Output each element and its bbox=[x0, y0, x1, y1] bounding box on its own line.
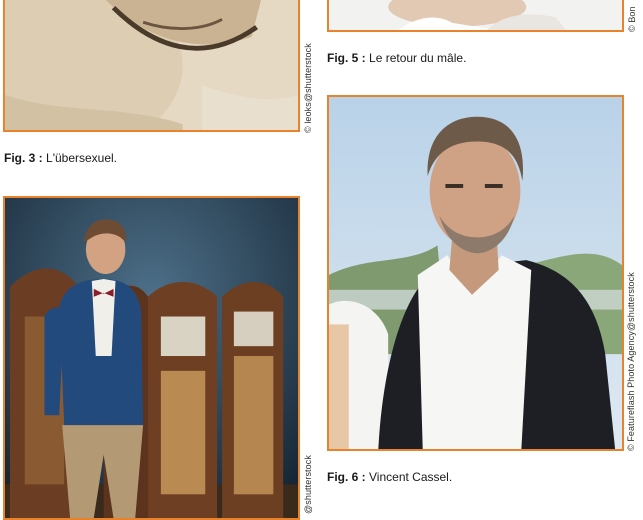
fig6-label: Fig. 6 : bbox=[327, 470, 366, 484]
fig6-photo bbox=[327, 95, 624, 451]
fig3-label: Fig. 3 : bbox=[4, 151, 43, 165]
fig3-photo bbox=[3, 0, 300, 132]
fig3-credit: © leoks@shutterstock bbox=[303, 43, 313, 133]
fig5-caption: Fig. 5 : Le retour du mâle. bbox=[327, 51, 466, 65]
fig6-credit: © Featureflash Photo Agency@shutterstock bbox=[626, 272, 636, 451]
fig4-credit: @shutterstock bbox=[303, 455, 313, 514]
fig5-label: Fig. 5 : bbox=[327, 51, 366, 65]
fig3-caption: Fig. 3 : L'übersexuel. bbox=[4, 151, 117, 165]
fig3-caption-text: L'übersexuel. bbox=[46, 151, 118, 165]
fig5-credit: © Bon bbox=[627, 6, 637, 32]
fig6-caption-text: Vincent Cassel. bbox=[369, 470, 453, 484]
fig4-photo bbox=[3, 196, 300, 520]
fig6-caption: Fig. 6 : Vincent Cassel. bbox=[327, 470, 452, 484]
fig5-caption-text: Le retour du mâle. bbox=[369, 51, 467, 65]
fig5-photo bbox=[327, 0, 624, 32]
